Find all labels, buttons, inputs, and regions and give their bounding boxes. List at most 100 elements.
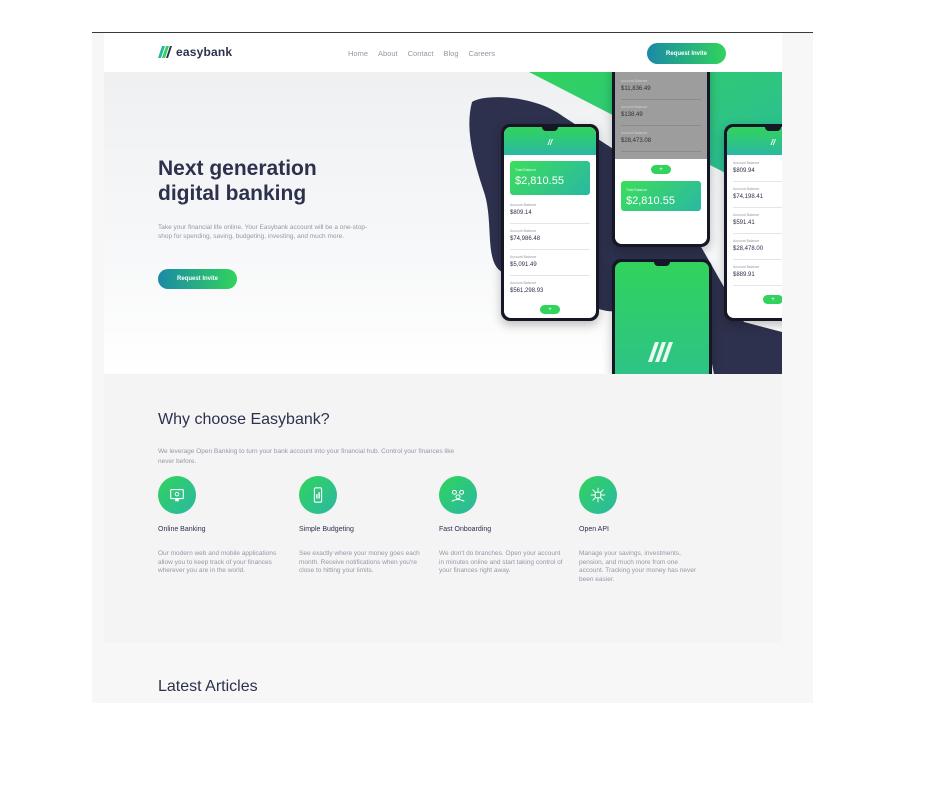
feature-title: Simple Budgeting (299, 526, 354, 533)
hero-title: Next generation digital banking (158, 156, 398, 206)
nav-contact[interactable]: Contact (408, 49, 434, 58)
row-amount: $561,298.93 (510, 288, 544, 294)
account-row: Account Balance $809.94 (733, 161, 782, 182)
account-row: Account Balance $561,298.93 (510, 281, 590, 295)
phone-mockup-right: // Account Balance $809.94 Account Balanc… (724, 124, 782, 321)
balance-label: Total Balance (515, 168, 537, 172)
plus-button[interactable]: + (763, 295, 782, 304)
row-amount: $74,986.48 (510, 236, 541, 242)
nav-careers[interactable]: Careers (469, 49, 496, 58)
phone-logo-icon: // (770, 138, 776, 147)
row-amount: $28,473.08 (621, 138, 652, 144)
landing-page: easybank Home About Contact Blog Careers… (104, 33, 782, 643)
phone-notch (542, 127, 558, 131)
account-row: Account Balance $138.49 (621, 105, 701, 126)
row-label: Account Balance (733, 265, 760, 269)
feature-text: Our modern web and mobile applications a… (158, 550, 277, 574)
feature-title: Open API (579, 526, 609, 533)
why-section-title: Why choose Easybank? (158, 411, 330, 428)
phone-screen-splash (615, 262, 709, 374)
plus-button[interactable]: + (651, 165, 671, 174)
feature-text: We don't do branches. Open your account … (439, 550, 563, 574)
phone-logo-icon: // (547, 138, 553, 147)
row-amount: $5,091.49 (510, 262, 537, 268)
balance-label: Total Balance (626, 188, 648, 192)
phone-screen: // Total Balance $2,810.55 Account Balan… (504, 127, 596, 318)
row-amount: $28,478.00 (733, 246, 764, 252)
logo-mark-icon (158, 46, 172, 58)
row-amount: $138.49 (621, 112, 643, 118)
feature-simple-budgeting: Simple Budgeting See exactly where your … (299, 476, 423, 574)
account-row: Account Balance $74,198.41 (733, 187, 782, 208)
account-row: Account Balance $28,473.08 (621, 131, 701, 152)
phone-mockup-left: // Total Balance $2,810.55 Account Balan… (501, 124, 599, 321)
row-label: Account Balance (621, 105, 648, 109)
feature-fast-onboarding: Fast Onboarding We don't do branches. Op… (439, 476, 563, 574)
latest-articles-title: Latest Articles (158, 678, 258, 695)
phone-mockup-center (612, 259, 712, 374)
site-header: easybank Home About Contact Blog Careers… (104, 33, 782, 72)
account-row: Account Balance $809.14 (510, 203, 590, 224)
row-label: Account Balance (510, 281, 537, 285)
online-banking-icon-glyph (170, 489, 184, 502)
api-icon-glyph (590, 487, 606, 503)
phone-screen-header: // (504, 127, 596, 155)
nav-about[interactable]: About (378, 49, 398, 58)
header-request-invite-button[interactable]: Request Invite (647, 43, 726, 64)
account-row: Account Balance $11,836.49 (621, 79, 701, 100)
hero-section: Next generation digital banking Take you… (104, 72, 782, 374)
phone-screen-header: // (727, 127, 782, 155)
row-amount: $11,836.49 (621, 86, 651, 92)
row-amount: $809.14 (510, 210, 532, 216)
row-label: Account Balance (733, 213, 760, 217)
feature-title: Fast Onboarding (439, 526, 492, 533)
splash-logo-icon (648, 342, 673, 362)
why-section-intro: We leverage Open Banking to turn your ba… (158, 448, 455, 465)
feature-title: Online Banking (158, 526, 206, 533)
onboarding-icon (439, 476, 477, 514)
phone-screen: Account Balance $11,836.49 Account Balanc… (615, 72, 707, 244)
feature-text: Manage your savings, investments, pensio… (579, 550, 697, 583)
brand-logo[interactable]: easybank (158, 45, 232, 59)
phone-screen: // Account Balance $809.94 Account Balanc… (727, 127, 782, 318)
api-icon (579, 476, 617, 514)
hero-title-line-2: digital banking (158, 182, 307, 205)
row-label: Account Balance (621, 131, 648, 135)
row-label: Account Balance (510, 203, 537, 207)
account-row: Account Balance $74,986.48 (510, 229, 590, 250)
balance-card: Total Balance $2,810.55 (621, 181, 701, 211)
row-label: Account Balance (510, 255, 537, 259)
hero-title-line-1: Next generation (158, 157, 317, 180)
onboarding-icon-glyph (451, 489, 465, 502)
feature-online-banking: Online Banking Our modern web and mobile… (158, 476, 282, 574)
account-row: Account Balance $28,478.00 (733, 239, 782, 260)
account-row: Account Balance $5,091.49 (510, 255, 590, 276)
phone-notch (654, 262, 670, 266)
row-label: Account Balance (510, 229, 537, 233)
feature-text: See exactly where your money goes each m… (299, 550, 420, 574)
budgeting-icon (299, 476, 337, 514)
phone-mockup-top: Account Balance $11,836.49 Account Balanc… (612, 72, 710, 247)
account-row: Account Balance $591.41 (733, 213, 782, 234)
row-amount: $591.41 (733, 220, 755, 226)
row-label: Account Balance (733, 239, 760, 243)
plus-button[interactable]: + (540, 305, 560, 314)
nav-home[interactable]: Home (348, 49, 368, 58)
online-banking-icon (158, 476, 196, 514)
row-label: Account Balance (733, 187, 760, 191)
balance-card: Total Balance $2,810.55 (510, 161, 590, 195)
feature-open-api: Open API Manage your savings, investment… (579, 476, 703, 583)
balance-amount: $2,810.55 (626, 195, 675, 207)
row-label: Account Balance (733, 161, 760, 165)
main-nav: Home About Contact Blog Careers (348, 49, 505, 58)
balance-amount: $2,810.55 (515, 175, 564, 187)
page-frame: easybank Home About Contact Blog Careers… (92, 33, 813, 703)
phone-notch (765, 127, 781, 131)
account-row: Account Balance $889.91 (733, 265, 782, 286)
budgeting-icon-glyph (313, 487, 323, 503)
row-amount: $889.91 (733, 272, 755, 278)
hero-request-invite-button[interactable]: Request Invite (158, 269, 237, 289)
brand-name: easybank (176, 45, 233, 59)
hero-description: Take your financial life online. Your Ea… (158, 224, 368, 240)
nav-blog[interactable]: Blog (443, 49, 458, 58)
